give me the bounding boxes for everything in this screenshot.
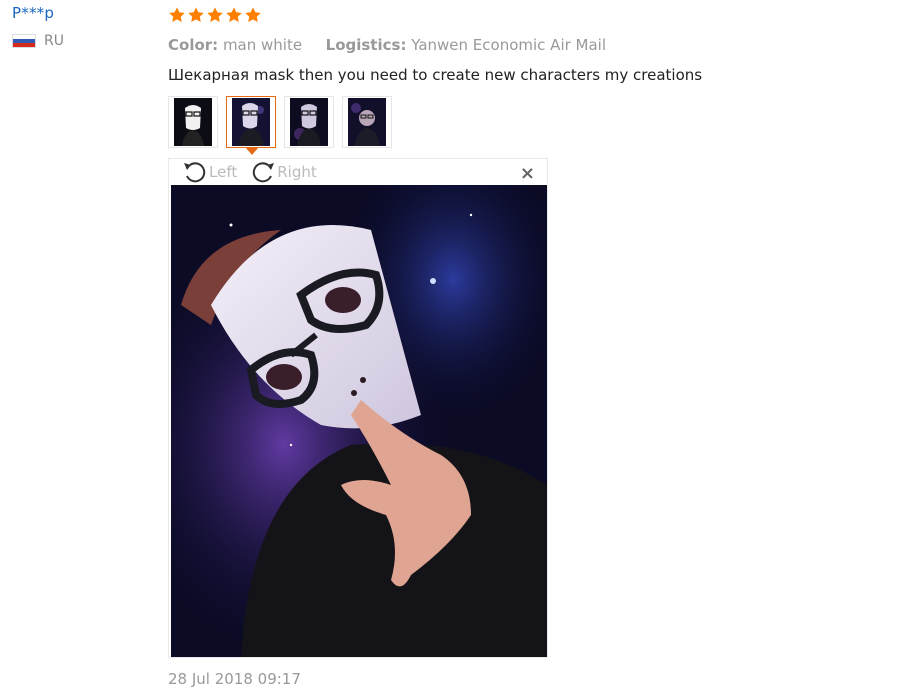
image-viewer: Left Right × bbox=[168, 158, 548, 658]
rotate-left-button[interactable]: Left bbox=[181, 159, 237, 185]
color-value: man white bbox=[222, 36, 303, 54]
logistics-value: Yanwen Economic Air Mail bbox=[411, 36, 607, 54]
reviewer-name[interactable]: P***p bbox=[12, 4, 64, 22]
review-thumbnail[interactable] bbox=[168, 96, 218, 148]
thumbnail-image bbox=[174, 98, 212, 146]
order-info: Color: man white Logistics: Yanwen Econo… bbox=[168, 36, 888, 54]
thumbnail-image bbox=[232, 98, 270, 146]
active-thumbnail-caret bbox=[246, 148, 258, 155]
star-icon bbox=[245, 7, 261, 23]
viewer-toolbar: Left Right × bbox=[169, 159, 547, 185]
star-icon bbox=[207, 7, 223, 23]
review-thumbnail-active[interactable] bbox=[226, 96, 276, 155]
rotate-right-icon bbox=[253, 162, 275, 183]
close-icon[interactable]: × bbox=[520, 163, 535, 184]
rotate-left-icon bbox=[184, 162, 206, 183]
star-rating bbox=[168, 4, 888, 26]
review-thumbnail[interactable] bbox=[342, 96, 392, 148]
review-block: Color: man white Logistics: Yanwen Econo… bbox=[168, 4, 888, 155]
thumbnail-image bbox=[290, 98, 328, 146]
reviewer-country: RU bbox=[12, 33, 64, 49]
star-icon bbox=[188, 7, 204, 23]
review-thumbnails bbox=[168, 96, 888, 155]
review-thumbnail[interactable] bbox=[284, 96, 334, 148]
reviewer-info: P***p RU bbox=[12, 4, 64, 49]
review-date: 28 Jul 2018 09:17 bbox=[168, 670, 301, 688]
review-text: Шекарная mask then you need to create ne… bbox=[168, 66, 703, 84]
color-label: Color: bbox=[168, 36, 219, 54]
rotate-right-button[interactable]: Right bbox=[249, 159, 317, 185]
logistics-label: Logistics: bbox=[325, 36, 407, 54]
rotate-left-label: Left bbox=[209, 163, 238, 181]
star-icon bbox=[169, 7, 185, 23]
rotate-right-label: Right bbox=[277, 163, 317, 181]
thumbnail-image bbox=[348, 98, 386, 146]
country-code: RU bbox=[44, 33, 64, 49]
russia-flag-icon bbox=[12, 34, 36, 48]
star-icon bbox=[226, 7, 242, 23]
review-photo[interactable] bbox=[171, 185, 547, 657]
